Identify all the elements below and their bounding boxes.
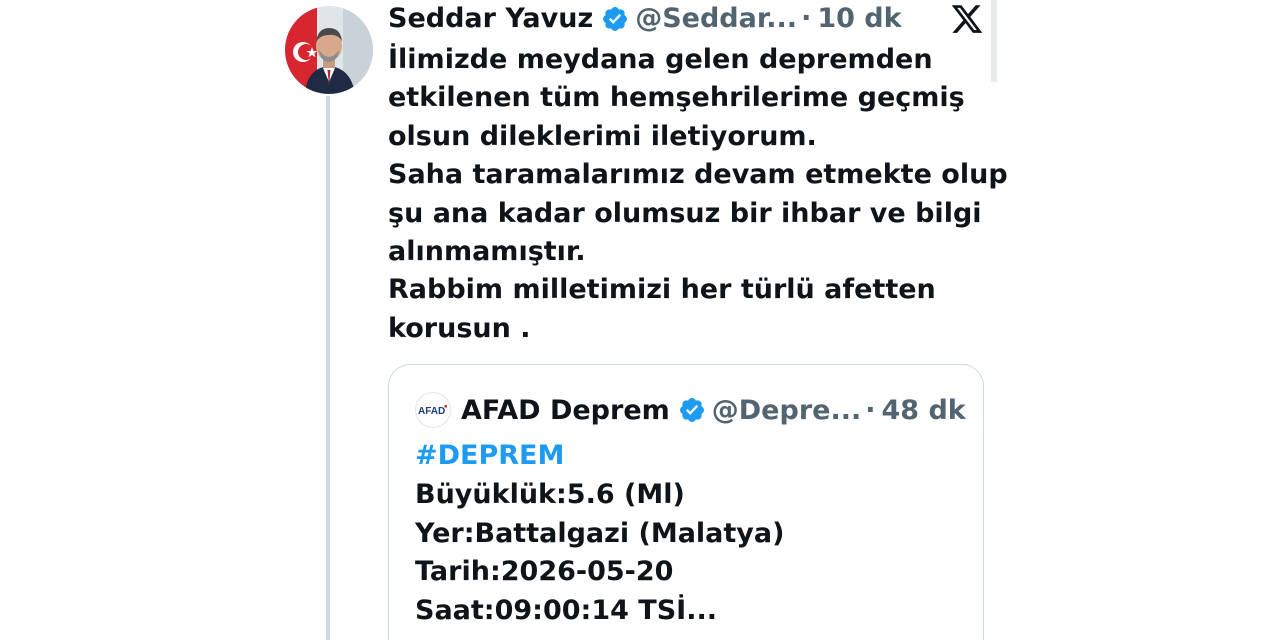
quoted-text-line: Yer:Battalgazi (Malatya)	[415, 517, 785, 549]
tweet-text: İlimizde meydana gelen depremden etkilen…	[388, 41, 1008, 348]
quoted-text-line: Saat:09:00:14 TSİ...	[415, 595, 717, 627]
tweet-text-line: alınmamıştır.	[388, 236, 586, 268]
avatar[interactable]	[285, 6, 373, 94]
tweet-text-line: Saha taramalarımız devam etmekte olup	[388, 159, 1008, 191]
tweet-text-line: olsun dileklerimi iletiyorum.	[388, 120, 817, 152]
quoted-tweet-timestamp[interactable]: 48 dk	[881, 395, 965, 426]
tweet-text-line: korusun .	[388, 312, 531, 344]
tweet-text-line: etkilenen tüm hemşehrilerime geçmiş	[388, 82, 965, 114]
afad-logo[interactable]: AFAD	[415, 392, 451, 428]
quoted-tweet-text: #DEPREM Büyüklük:5.6 (Ml) Yer:Battalgazi…	[415, 437, 784, 631]
quoted-tweet-card[interactable]: AFAD AFAD Deprem @Depre... · 48 dk #DEPR…	[388, 364, 984, 640]
thread-line	[326, 96, 330, 640]
tweet-text-line: Rabbim milletimizi her türlü afetten	[388, 274, 936, 306]
tweet-text-line: İlimizde meydana gelen depremden	[388, 44, 933, 75]
scrollbar[interactable]	[991, 0, 997, 82]
separator-dot: ·	[801, 3, 812, 34]
verified-badge-icon	[601, 5, 629, 33]
hashtag-link[interactable]: #DEPREM	[415, 437, 784, 476]
author-name[interactable]: Seddar Yavuz	[388, 0, 593, 38]
x-logo-icon[interactable]	[950, 2, 984, 36]
author-handle[interactable]: @Seddar...	[635, 0, 797, 38]
tweet-text-line: şu ana kadar olumsuz bir ihbar ve bilgi	[388, 197, 982, 229]
quoted-tweet-header: AFAD AFAD Deprem @Depre... · 48 dk	[415, 391, 966, 429]
quoted-author-name[interactable]: AFAD Deprem	[461, 395, 670, 426]
svg-text:AFAD: AFAD	[418, 406, 445, 417]
tweet-screenshot: Seddar Yavuz @Seddar... · 10 dk İlimizde…	[0, 0, 1280, 640]
quoted-author-handle[interactable]: @Depre...	[712, 395, 861, 426]
tweet-timestamp[interactable]: 10 dk	[817, 0, 901, 38]
separator-dot: ·	[865, 394, 876, 426]
tweet-header: Seddar Yavuz @Seddar... · 10 dk	[388, 0, 902, 38]
verified-badge-icon	[678, 396, 706, 424]
quoted-text-line: Büyüklük:5.6 (Ml)	[415, 478, 685, 510]
quoted-text-line: Tarih:2026-05-20	[415, 556, 674, 588]
